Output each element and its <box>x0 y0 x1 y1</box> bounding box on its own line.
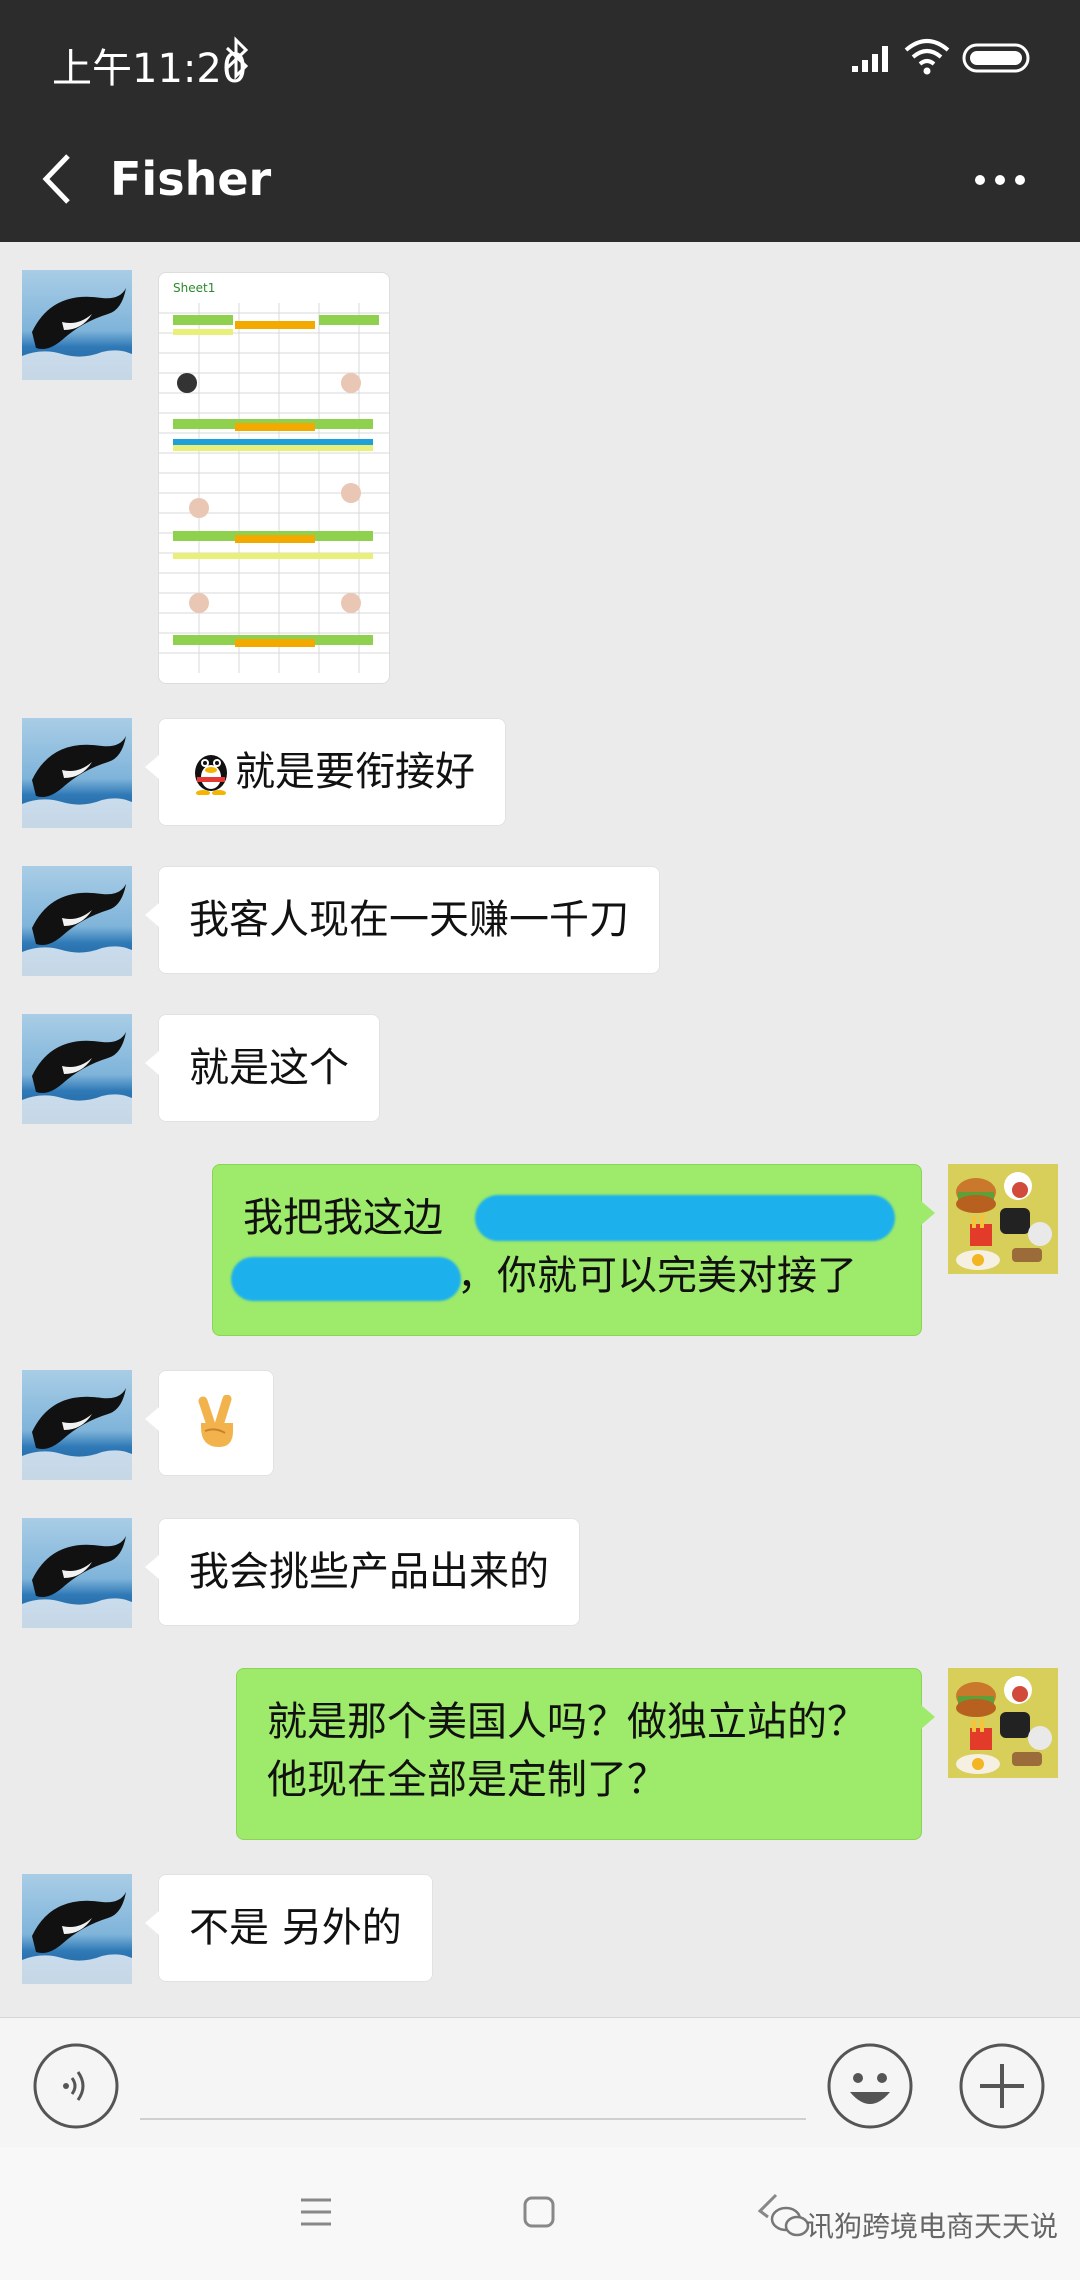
contact-avatar[interactable] <box>22 1874 132 1984</box>
contact-avatar[interactable] <box>22 1014 132 1124</box>
chat-header: Fisher <box>0 118 1080 242</box>
bluetooth-icon <box>225 36 249 80</box>
message-bubble-received[interactable]: 我会挑些产品出来的 <box>145 1518 580 1626</box>
battery-icon <box>962 43 1030 73</box>
status-bar: 上午11:20 <box>0 0 1080 118</box>
image-message-spreadsheet[interactable]: Sheet1 <box>158 272 390 684</box>
message-text-line: 就是那个美国人吗？做独立站的？ <box>267 1699 867 1745</box>
message-bubble-sent[interactable]: 我把我这边 ，你就可以完美对接了 <box>212 1164 935 1336</box>
spreadsheet-thumbnail-image <box>159 303 389 673</box>
recent-apps-icon[interactable] <box>298 2195 334 2229</box>
message-text: 就是这个 <box>189 1045 349 1091</box>
wifi-icon <box>904 39 950 75</box>
home-icon[interactable] <box>522 2195 556 2229</box>
chat-title: Fisher <box>110 152 272 206</box>
signal-icon <box>852 46 888 72</box>
message-bubble-received[interactable] <box>145 1370 274 1476</box>
qq-penguin-icon <box>195 755 227 796</box>
contact-avatar[interactable] <box>22 718 132 828</box>
system-nav-bar: 讯狗跨境电商天天说 <box>0 2147 1080 2280</box>
status-time: 上午11:20 <box>52 46 248 92</box>
redaction-scribble <box>231 1257 461 1301</box>
message-input[interactable] <box>140 2048 806 2120</box>
wechat-logo-icon <box>770 2206 810 2237</box>
user-avatar[interactable] <box>948 1164 1058 1274</box>
contact-avatar[interactable] <box>22 270 132 380</box>
message-bubble-sent[interactable]: 就是那个美国人吗？做独立站的？ 他现在全部是定制了？ <box>236 1668 935 1840</box>
input-bar <box>0 2017 1080 2147</box>
message-text-line: 他现在全部是定制了？ <box>267 1757 667 1803</box>
message-text-line: ，你就可以完美对接了 <box>457 1253 857 1299</box>
voice-input-icon[interactable] <box>32 2042 120 2130</box>
message-text-line: 我把我这边 <box>243 1195 443 1241</box>
add-attachment-icon[interactable] <box>958 2042 1046 2130</box>
back-arrow-icon[interactable] <box>34 148 84 210</box>
message-bubble-received[interactable]: 我客人现在一天赚一千刀 <box>145 866 660 974</box>
message-list[interactable]: Sheet1 就是要衔接好 我客人现在一天赚一千刀 就是这个 我把我这边 ，你就… <box>0 242 1080 2017</box>
message-bubble-received[interactable]: 不是 另外的 <box>145 1874 433 1982</box>
contact-avatar[interactable] <box>22 866 132 976</box>
user-avatar[interactable] <box>948 1668 1058 1778</box>
message-text: 我会挑些产品出来的 <box>189 1549 549 1595</box>
watermark-text: 讯狗跨境电商天天说 <box>806 2210 1059 2243</box>
contact-avatar[interactable] <box>22 1518 132 1628</box>
redaction-scribble <box>475 1195 895 1241</box>
message-text: 就是要衔接好 <box>235 749 475 795</box>
emoji-icon[interactable] <box>826 2042 914 2130</box>
message-bubble-received[interactable]: 就是要衔接好 <box>145 718 506 826</box>
message-text: 我客人现在一天赚一千刀 <box>189 897 629 943</box>
victory-hand-icon <box>198 1395 233 1447</box>
contact-avatar[interactable] <box>22 1370 132 1480</box>
message-text: 不是 另外的 <box>189 1905 402 1951</box>
message-bubble-received[interactable]: 就是这个 <box>145 1014 380 1122</box>
more-options-icon[interactable] <box>972 172 1028 188</box>
